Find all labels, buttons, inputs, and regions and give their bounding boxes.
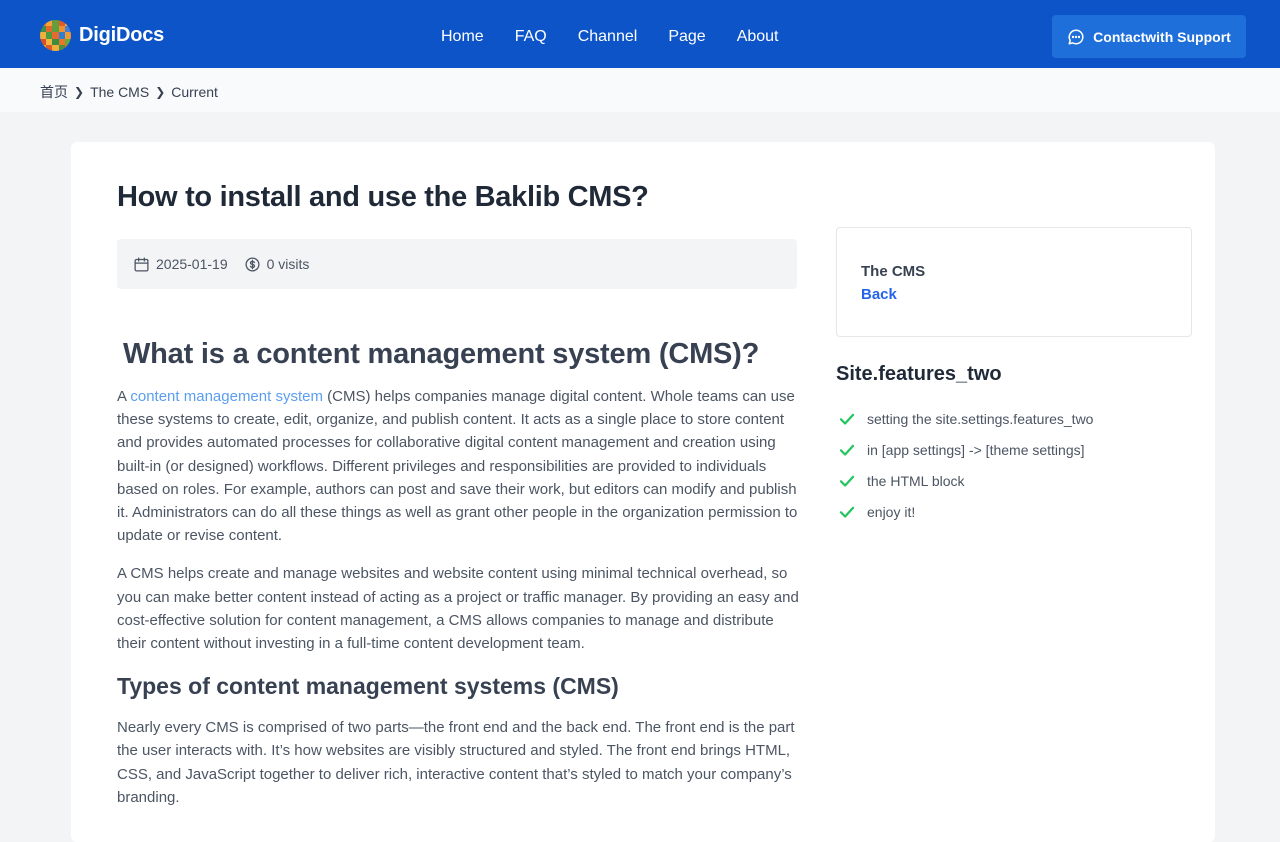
nav-home[interactable]: Home — [441, 27, 484, 47]
nav-about[interactable]: About — [737, 27, 779, 47]
visit-count-text: 0 visits — [266, 256, 310, 272]
visit-count: 0 visits — [244, 256, 310, 273]
calendar-icon — [134, 256, 149, 272]
cms-link[interactable]: content management system — [130, 388, 323, 405]
page-title: How to install and use the Baklib CMS? — [117, 181, 649, 213]
paragraph: A content management system (CMS) helps … — [117, 385, 799, 547]
feature-item: enjoy it! — [838, 496, 1093, 527]
nav-channel[interactable]: Channel — [578, 27, 638, 47]
features-list: setting the site.settings.features_two i… — [838, 403, 1093, 527]
brand-name: DigiDocs — [79, 24, 165, 46]
check-icon — [839, 475, 855, 487]
check-icon — [839, 444, 855, 456]
feature-item: setting the site.settings.features_two — [838, 403, 1093, 434]
nav-faq[interactable]: FAQ — [515, 27, 547, 47]
contact-support-label: Contactwith Support — [1093, 28, 1231, 45]
main-nav: Home FAQ Channel Page About — [441, 27, 779, 47]
paragraph-text: (CMS) helps companies manage digital con… — [117, 388, 798, 545]
check-icon — [839, 413, 855, 425]
publish-date-text: 2025-01-19 — [156, 256, 228, 272]
top-navbar: DigiDocs Home FAQ Channel Page About Con… — [0, 0, 1280, 68]
chevron-right-icon: ❯ — [155, 85, 166, 99]
channel-box: The CMS Back — [836, 227, 1192, 337]
channel-name: The CMS — [861, 263, 926, 280]
chevron-right-icon: ❯ — [74, 85, 85, 99]
feature-text: in [app settings] -> [theme settings] — [867, 441, 1085, 458]
back-link[interactable]: Back — [861, 286, 897, 303]
article-meta: 2025-01-19 0 visits — [117, 239, 797, 289]
logo-icon — [40, 20, 71, 51]
features-title: Site.features_two — [836, 363, 1002, 385]
publish-date: 2025-01-19 — [133, 256, 228, 273]
check-icon — [839, 506, 855, 518]
nav-page[interactable]: Page — [668, 27, 705, 47]
paragraph-prefix: A — [117, 388, 131, 405]
breadcrumb-bar: 首页 ❯ The CMS ❯ Current — [0, 68, 1280, 112]
contact-support-button[interactable]: Contactwith Support — [1052, 15, 1246, 58]
feature-text: enjoy it! — [867, 503, 916, 520]
paragraph: A CMS helps create and manage websites a… — [117, 565, 799, 653]
breadcrumb-channel[interactable]: The CMS — [90, 84, 149, 100]
breadcrumb: 首页 ❯ The CMS ❯ Current — [40, 82, 218, 102]
feature-text: the HTML block — [867, 472, 965, 489]
chat-icon — [1068, 28, 1084, 44]
feature-item: in [app settings] -> [theme settings] — [838, 434, 1093, 465]
breadcrumb-home[interactable]: 首页 — [40, 82, 68, 102]
section-heading: What is a content management system (CMS… — [123, 338, 760, 370]
feature-item: the HTML block — [838, 465, 1093, 496]
article-body: What is a content management system (CMS… — [117, 335, 799, 809]
feature-text: setting the site.settings.features_two — [867, 410, 1094, 427]
section-subheading: Types of content management systems (CMS… — [117, 673, 619, 700]
brand-logo[interactable]: DigiDocs — [40, 20, 164, 51]
dollar-icon — [245, 256, 260, 272]
breadcrumb-current: Current — [171, 84, 218, 100]
paragraph: Nearly every CMS is comprised of two par… — [117, 719, 795, 806]
